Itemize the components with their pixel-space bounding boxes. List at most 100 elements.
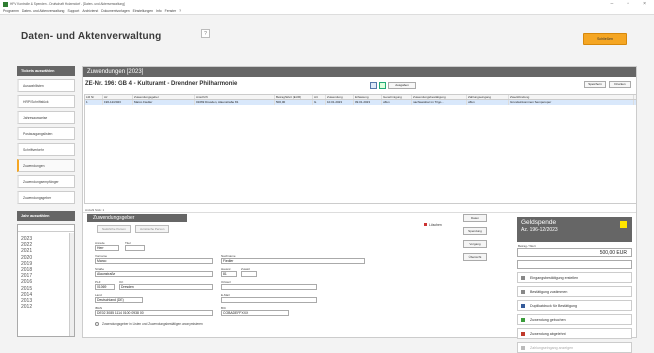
amount-extra-field[interactable] [517, 260, 632, 269]
action-button[interactable]: Zahlungseingang anzeigen [517, 342, 632, 353]
side-button[interactable]: Übersicht [463, 253, 487, 261]
column-header[interactable]: Zuwendungsgeber [133, 95, 195, 99]
anrede-field[interactable]: Herr [95, 245, 119, 251]
table-cell: 196-12/2023 [103, 100, 133, 105]
sidebar-item[interactable]: Zuwendungsgeber [17, 191, 75, 204]
column-header[interactable]: Lfd Nr [85, 95, 103, 99]
action-label: Zahlungseingang anzeigen [530, 346, 574, 350]
column-header[interactable]: Art [313, 95, 326, 99]
sidebar-heading-tickets: Tickets auswählen [17, 66, 75, 76]
close-view-button[interactable]: Schließen [583, 33, 627, 45]
record-title: ZE-Nr. 196: GB 4 - Kulturamt - Drendner … [85, 81, 238, 87]
refresh-icon[interactable] [370, 82, 377, 89]
hausnr-field[interactable]: 81 [221, 271, 237, 277]
natural-person-toggle[interactable]: Natürliche Person [97, 225, 131, 233]
sidebar-item[interactable]: Zuwendungen [17, 159, 75, 172]
side-button[interactable]: Vorgang [463, 240, 487, 248]
sidebar-item[interactable]: Jahresausweise [17, 111, 75, 124]
vorname-field[interactable]: Marco [95, 258, 213, 264]
sidebar-item[interactable]: Postausgangslisten [17, 127, 75, 140]
sidebar-heading-year: Jahr auswählen [17, 211, 75, 221]
action-button[interactable]: Eingangsbestätigung erstellen [517, 272, 632, 283]
data-grid[interactable]: Lfd Nr Az Zuwendungsgeber Anschrift Betrag/W… [84, 94, 637, 204]
menu-item[interactable]: Fenster [165, 9, 177, 13]
excel-icon[interactable] [379, 82, 386, 89]
zusatz-field[interactable] [241, 271, 257, 277]
menu-item[interactable]: Dokumentvorlagen [101, 9, 129, 13]
sidebar-item[interactable]: Auswahllisten [17, 79, 75, 92]
nachname-field[interactable]: Fiedler [221, 258, 365, 264]
column-header[interactable]: Zweckbindung [509, 95, 634, 99]
year-scrollbar[interactable] [69, 233, 74, 336]
action-button[interactable]: Zuwendung gebuchen [517, 314, 632, 325]
action-label: Eingangsbestätigung erstellen [530, 276, 579, 280]
action-button[interactable]: Zuwendung abgelehnt [517, 328, 632, 339]
app-icon [3, 1, 8, 7]
reject-icon [521, 332, 525, 336]
column-header[interactable]: Genehmigung [382, 95, 412, 99]
title-bar: HFV Kontrolle & Spenden - Drufschaft Hol… [0, 0, 654, 8]
strasse-field[interactable]: Alaunstraße [95, 271, 213, 277]
table-cell: 01069 Dresden, Alaunstraße 81 [195, 100, 275, 105]
action-button[interactable]: Duplikatdruck für Bestätigung [517, 300, 632, 311]
table-cell: 1 [85, 100, 103, 105]
column-header[interactable]: Anschrift [195, 95, 275, 99]
column-header[interactable]: Betrag/Wert (EUR) [275, 95, 313, 99]
anonymize-label: Zuwendungsgeber in Listen und Zuwendungs… [102, 322, 203, 326]
print-icon [521, 304, 525, 308]
sidebar-item[interactable]: Schriftverkehr [17, 143, 75, 156]
action-label: Bestätigung zustimmen [530, 290, 568, 294]
plz-field[interactable]: 01069 [95, 284, 115, 290]
menu-item[interactable]: ? [179, 9, 181, 13]
divider [83, 212, 636, 213]
year-listbox[interactable]: 2023 2022 2021 2020 2019 2018 2017 2016 2015 2014… [17, 224, 75, 337]
side-button[interactable]: Daten [463, 214, 487, 222]
status-marker [620, 221, 627, 228]
action-button[interactable]: Bestätigung zustimmen [517, 286, 632, 297]
column-header[interactable]: Zuwendungsbestätigung [412, 95, 467, 99]
minimize-icon[interactable]: – [611, 1, 614, 7]
menu-item[interactable]: Info [156, 9, 162, 13]
year-input[interactable] [18, 225, 74, 232]
document-icon [521, 346, 525, 350]
table-row[interactable]: 1 196-12/2023 Marco Fiedler 01069 Dresden, … [85, 100, 636, 105]
land-field[interactable]: Deutschland (DE) [95, 297, 143, 303]
menu-item[interactable]: Daten- und Aktenverwaltung [22, 9, 65, 13]
menu-item[interactable]: Programm [3, 9, 19, 13]
anonymize-checkbox[interactable] [95, 322, 99, 326]
delete-button[interactable]: Löschen [424, 223, 442, 227]
close-icon[interactable]: × [643, 1, 646, 7]
menu-item[interactable]: Einstellungen [133, 9, 153, 13]
maximize-icon[interactable]: ▫ [627, 1, 629, 7]
action-label: Zuwendung abgelehnt [530, 332, 566, 336]
donor-form: Zuwendungsgeber Natürliche Person Jurist… [87, 214, 367, 338]
check-icon [521, 318, 525, 322]
print-button[interactable]: Drucken [609, 81, 631, 88]
help-icon[interactable]: ? [201, 29, 210, 38]
table-cell: 10.01.2023 [326, 100, 354, 105]
menu-item[interactable]: Archivierst [82, 9, 98, 13]
sidebar-item[interactable]: HRP/Schriftstück [17, 95, 75, 108]
column-header[interactable]: Zahlungseingang [467, 95, 509, 99]
column-header[interactable]: Erfassung [354, 95, 382, 99]
column-header[interactable]: Az [103, 95, 133, 99]
amount-field[interactable]: 500,00 EUR [517, 248, 632, 257]
save-button[interactable]: Speichern [584, 81, 606, 88]
email-field[interactable] [221, 297, 317, 303]
menu-item[interactable]: Support [67, 9, 79, 13]
ort-field[interactable]: Dresden [119, 284, 213, 290]
bic-field[interactable]: COBADEFFXXX [221, 310, 289, 316]
sidebar: Tickets auswählen Auswahllisten HRP/Schri… [17, 66, 75, 337]
side-button[interactable]: Spendung [463, 227, 487, 235]
window-title: HFV Kontrolle & Spenden - Drufschaft Hol… [10, 2, 125, 6]
titel-field[interactable] [125, 245, 145, 251]
ausgaben-button[interactable]: Ausgaben [388, 82, 416, 89]
panel-az: Az. 196-12/2023 [521, 227, 558, 233]
iban-field[interactable]: DE02 3085 1114 0100 0938 00 [95, 310, 213, 316]
ortsteil-field[interactable] [221, 284, 317, 290]
legal-person-toggle[interactable]: Juristische Person [134, 225, 170, 233]
action-label: Duplikatdruck für Bestätigung [530, 304, 577, 308]
sidebar-item[interactable]: Zuwendungsempfänger [17, 175, 75, 188]
year-option[interactable]: 2012 [18, 304, 68, 310]
column-header[interactable]: Zuwendung [326, 95, 354, 99]
